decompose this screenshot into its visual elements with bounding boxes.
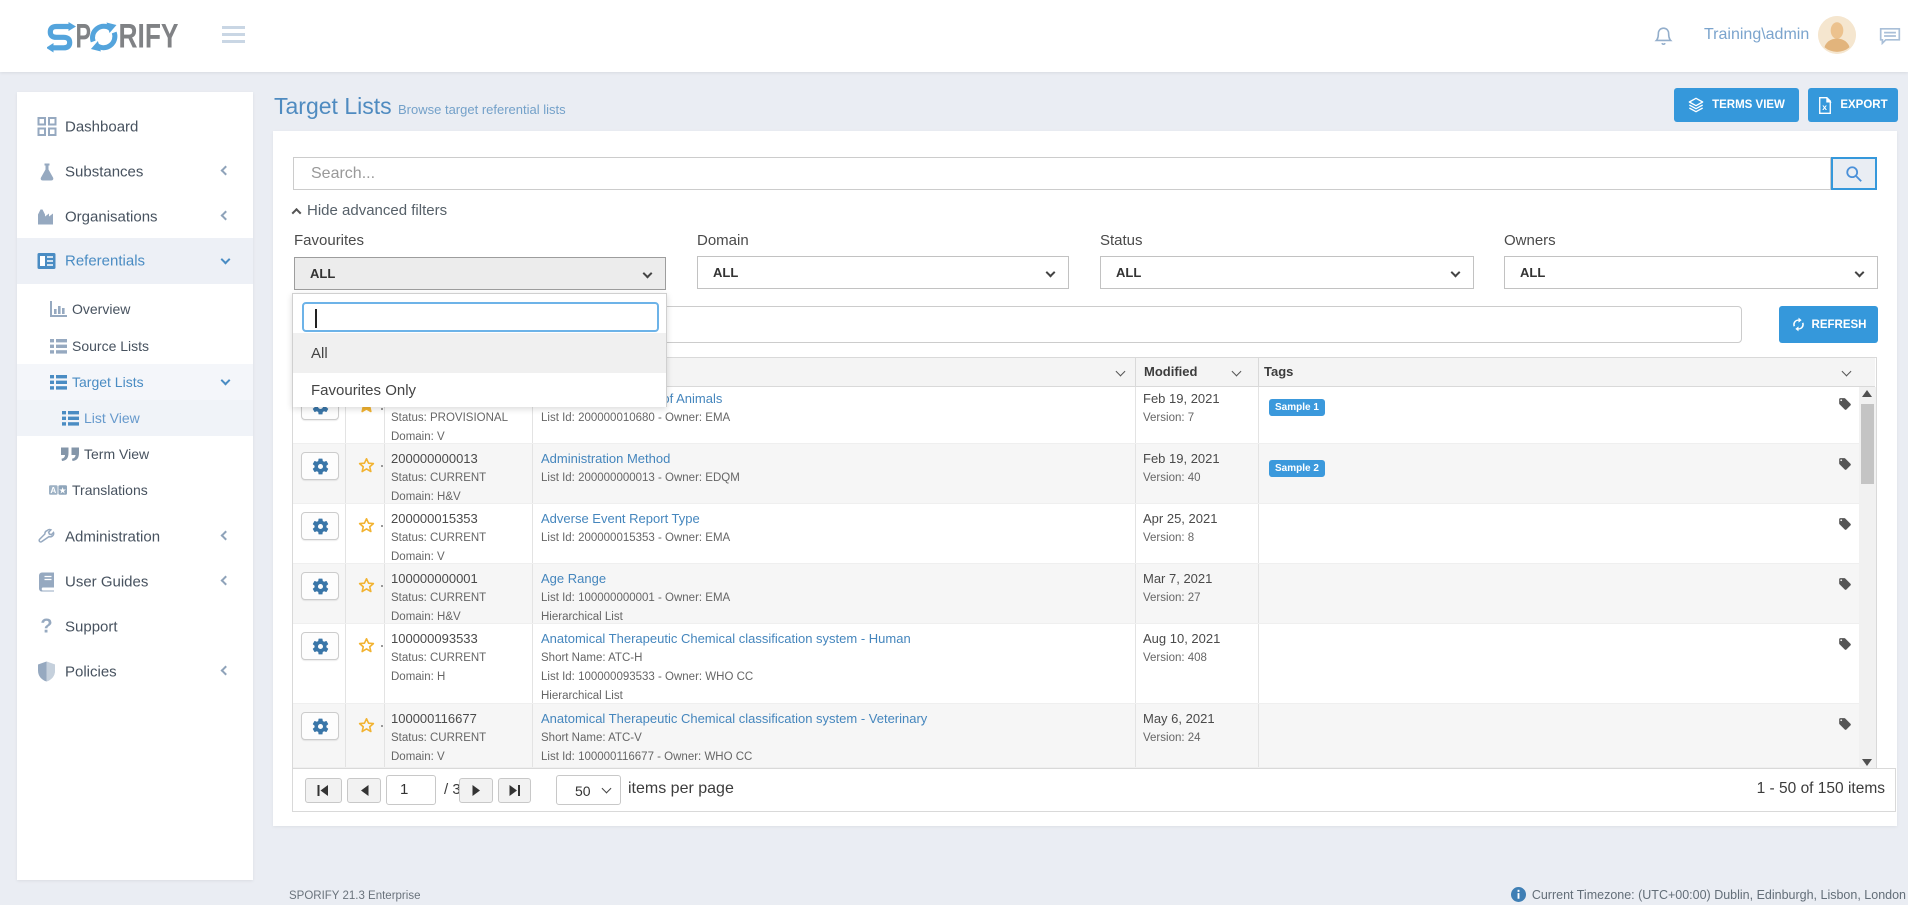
svg-text:★: ★ [59, 486, 67, 495]
svg-text:RIFY: RIFY [119, 18, 179, 56]
svg-text:A: A [50, 486, 56, 495]
svg-text:x: x [1823, 102, 1828, 112]
svg-text:P: P [76, 18, 92, 56]
